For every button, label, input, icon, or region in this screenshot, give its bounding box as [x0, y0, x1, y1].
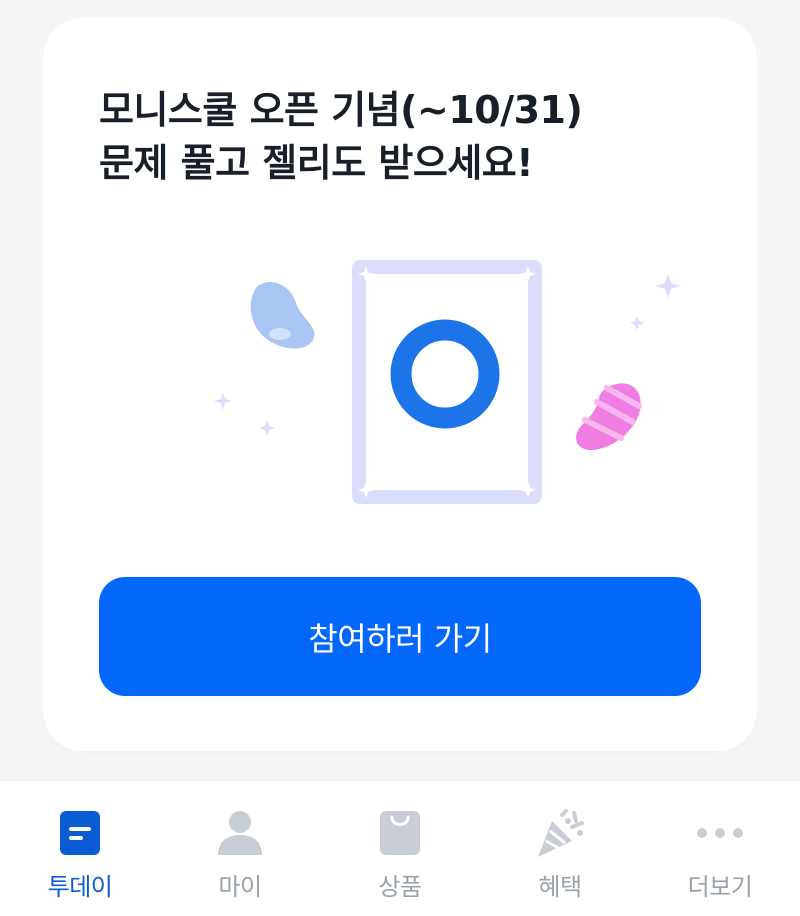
tab-products-label: 상품	[378, 873, 422, 901]
person-icon	[218, 811, 262, 855]
event-card: 모니스쿨 오픈 기념(~10/31) 문제 풀고 젤리도 받으세요! 참여하러 …	[43, 18, 757, 751]
tab-products[interactable]: 상품	[320, 781, 480, 916]
tab-today[interactable]: 투데이	[0, 781, 160, 916]
tab-my-label: 마이	[218, 873, 262, 901]
join-event-button[interactable]: 참여하러 가기	[99, 577, 701, 696]
tab-benefits-label: 혜택	[538, 873, 582, 901]
tab-more-label: 더보기	[687, 873, 753, 901]
event-title: 모니스쿨 오픈 기념(~10/31) 문제 풀고 젤리도 받으세요!	[99, 84, 583, 190]
pink-striped-jelly-bean-icon	[576, 383, 642, 451]
tab-benefits[interactable]: 혜택	[480, 781, 640, 916]
shopping-bag-icon	[380, 811, 420, 855]
bottom-tab-bar: 투데이 마이 상품 혜택 더보기	[0, 780, 800, 916]
quiz-card-o-mark-icon	[352, 260, 542, 504]
tab-my[interactable]: 마이	[160, 781, 320, 916]
event-title-line-1: 모니스쿨 오픈 기념(~10/31)	[99, 88, 583, 132]
party-popper-icon	[538, 809, 584, 857]
tab-today-label: 투데이	[47, 873, 113, 901]
tab-more[interactable]: 더보기	[640, 781, 800, 916]
blue-jelly-bean-icon	[250, 281, 315, 349]
today-doc-icon	[60, 811, 100, 855]
more-dots-icon	[697, 828, 743, 838]
event-title-line-2: 문제 풀고 젤리도 받으세요!	[99, 141, 534, 185]
event-page: 모니스쿨 오픈 기념(~10/31) 문제 풀고 젤리도 받으세요! 참여하러 …	[0, 0, 800, 916]
quiz-illustration	[214, 260, 680, 504]
